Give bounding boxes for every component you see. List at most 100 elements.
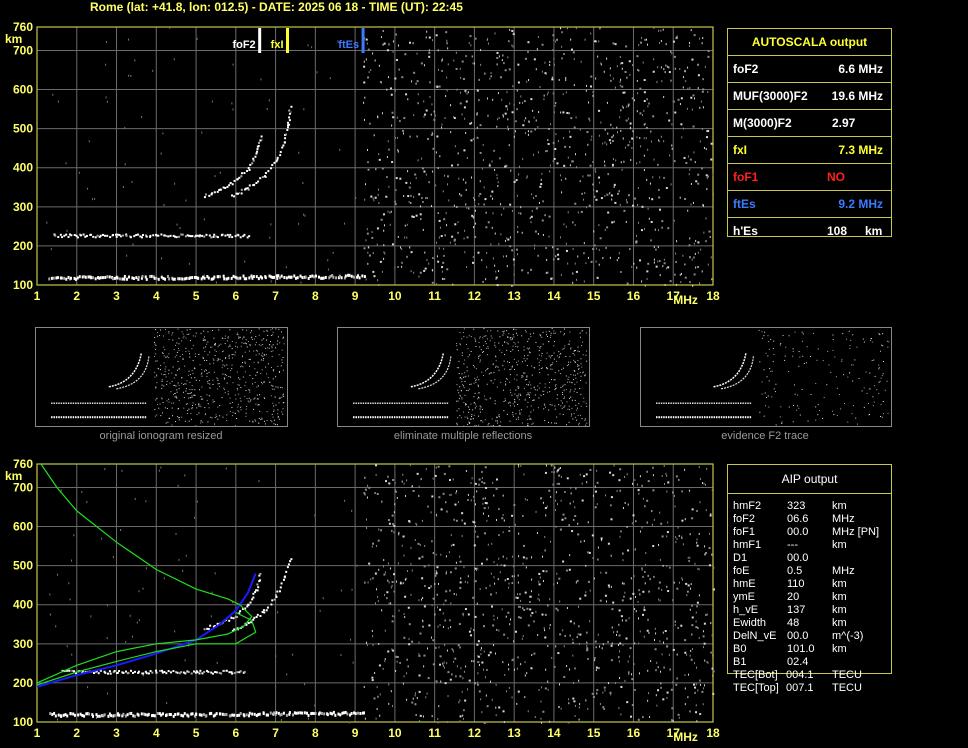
noise-dot bbox=[494, 264, 496, 267]
noise-dot bbox=[475, 530, 477, 533]
thumb-noise bbox=[579, 336, 581, 338]
noise-dot bbox=[628, 60, 631, 63]
trace-point bbox=[125, 234, 128, 237]
noise-dot bbox=[392, 116, 395, 119]
noise-dot bbox=[658, 208, 661, 211]
trace-point bbox=[155, 669, 158, 672]
noise-dot bbox=[691, 624, 694, 627]
y-tick-label: 600 bbox=[13, 520, 33, 534]
noise-dot bbox=[608, 586, 610, 589]
thumb-noise bbox=[155, 344, 157, 346]
thumb-noise bbox=[500, 381, 502, 383]
trace-point bbox=[165, 713, 168, 717]
trace-point bbox=[247, 166, 250, 169]
thumb-noise bbox=[882, 413, 884, 415]
thumb-noise bbox=[251, 330, 253, 332]
thumb-noise bbox=[765, 352, 767, 354]
thumb-noise bbox=[566, 365, 568, 367]
trace-point bbox=[191, 712, 194, 716]
noise-dot bbox=[605, 494, 607, 497]
noise-dot bbox=[467, 581, 469, 584]
noise-dot bbox=[519, 101, 521, 104]
thumb-noise bbox=[484, 419, 486, 421]
noise-dot bbox=[650, 660, 652, 663]
noise-dot bbox=[644, 505, 646, 508]
noise-dot bbox=[496, 284, 499, 287]
trace-point bbox=[110, 714, 113, 718]
thumb-noise bbox=[271, 347, 273, 349]
noise-dot bbox=[692, 683, 695, 686]
noise-dot bbox=[78, 171, 80, 174]
thumb-noise bbox=[486, 383, 488, 385]
thumb-noise bbox=[569, 355, 571, 357]
noise-dot bbox=[410, 593, 412, 596]
noise-dot bbox=[364, 717, 366, 720]
noise-dot bbox=[377, 115, 379, 118]
noise-dot bbox=[473, 226, 475, 229]
noise-dot bbox=[576, 579, 579, 582]
trace-point bbox=[286, 566, 289, 569]
noise-dot bbox=[432, 597, 435, 600]
noise-dot bbox=[574, 515, 577, 518]
noise-dot bbox=[604, 689, 606, 692]
noise-dot bbox=[629, 248, 631, 251]
noise-dot bbox=[593, 577, 595, 580]
thumb-noise bbox=[231, 354, 233, 356]
noise-dot bbox=[645, 552, 647, 555]
thumb-noise bbox=[181, 331, 183, 333]
thumb-trace bbox=[684, 416, 687, 419]
noise-dot bbox=[384, 658, 386, 661]
thumb-noise bbox=[773, 388, 775, 390]
thumb-noise bbox=[256, 386, 258, 388]
thumb-noise bbox=[278, 418, 280, 420]
noise-dot bbox=[533, 58, 536, 61]
trace-point bbox=[51, 713, 54, 717]
x-tick-label: 1 bbox=[34, 289, 41, 303]
thumb-noise bbox=[504, 368, 506, 370]
noise-dot bbox=[502, 494, 504, 497]
noise-dot bbox=[595, 666, 598, 669]
thumb-trace bbox=[441, 416, 444, 419]
noise-dot bbox=[160, 466, 162, 469]
noise-dot bbox=[557, 706, 560, 709]
noise-dot bbox=[397, 136, 399, 139]
thumb-noise bbox=[482, 351, 484, 353]
thumb-noise bbox=[260, 381, 262, 383]
noise-dot bbox=[101, 537, 103, 540]
noise-dot bbox=[586, 644, 588, 647]
thumb-noise bbox=[523, 358, 525, 360]
noise-dot bbox=[665, 43, 667, 46]
thumb-noise bbox=[869, 339, 871, 341]
thumb-noise bbox=[185, 347, 187, 349]
thumb-noise bbox=[222, 337, 224, 339]
thumb-noise bbox=[562, 348, 564, 350]
thumb-noise bbox=[541, 353, 543, 355]
noise-dot bbox=[366, 484, 368, 487]
trace-point bbox=[323, 712, 326, 716]
autoscala-row: fxI 7.3 MHz bbox=[728, 136, 891, 163]
thumb-trace bbox=[84, 416, 87, 419]
noise-dot bbox=[456, 665, 458, 668]
thumb-noise bbox=[164, 328, 166, 330]
thumb-noise bbox=[494, 400, 496, 402]
noise-dot bbox=[626, 473, 628, 476]
thumb-noise bbox=[554, 385, 556, 387]
noise-dot bbox=[355, 197, 357, 200]
noise-dot bbox=[513, 575, 515, 578]
noise-dot bbox=[624, 91, 626, 94]
noise-dot bbox=[418, 275, 420, 278]
thumb-noise bbox=[220, 343, 222, 345]
thumb-trace bbox=[67, 402, 70, 404]
thumb-noise bbox=[227, 368, 229, 370]
thumb-noise bbox=[861, 390, 863, 392]
thumb-noise bbox=[471, 414, 473, 416]
thumb-noise bbox=[204, 414, 206, 416]
noise-dot bbox=[688, 559, 690, 562]
thumb-noise bbox=[826, 384, 828, 386]
thumb-noise bbox=[244, 342, 246, 344]
noise-dot bbox=[394, 136, 396, 139]
thumb-noise bbox=[832, 334, 834, 336]
x-tick-label: 10 bbox=[388, 726, 402, 740]
thumb-noise bbox=[472, 364, 474, 366]
thumb-noise bbox=[185, 403, 187, 405]
